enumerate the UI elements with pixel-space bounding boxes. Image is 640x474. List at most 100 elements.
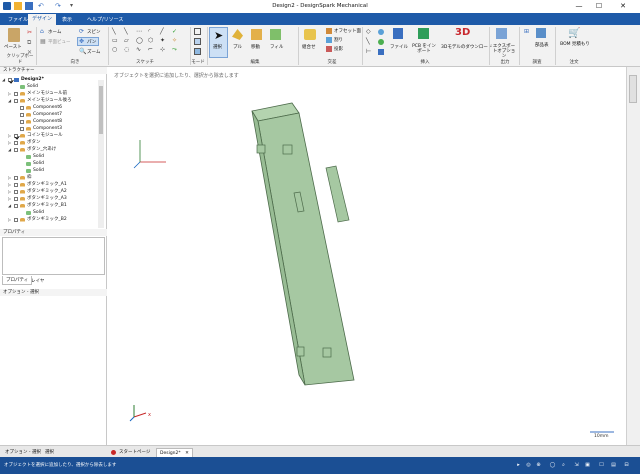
- parts-list-button[interactable]: 部品表: [535, 42, 549, 48]
- point-icon[interactable]: ✓: [172, 28, 177, 35]
- doc-tab-close-icon[interactable]: ✕: [185, 451, 189, 456]
- home-icon[interactable]: ⌂: [40, 28, 44, 35]
- visibility-checkbox[interactable]: [14, 190, 18, 194]
- tree-row[interactable]: ▷ ボタンギミック_A3: [0, 195, 98, 202]
- project-button[interactable]: 投影: [334, 46, 343, 52]
- combine-icon[interactable]: [304, 29, 316, 40]
- status-fit-icon[interactable]: ▣: [584, 462, 591, 469]
- shopping-cart-icon[interactable]: 🛒: [568, 28, 580, 39]
- 3d-mode-icon[interactable]: [194, 48, 201, 55]
- cut-icon[interactable]: ✂: [27, 29, 32, 36]
- project-tool-icon[interactable]: ⊹: [160, 46, 165, 53]
- status-settings-icon[interactable]: ▤: [610, 462, 617, 469]
- visibility-checkbox[interactable]: [20, 120, 24, 124]
- visibility-checkbox[interactable]: [14, 99, 18, 103]
- tree-row[interactable]: ▷ ボタン: [0, 139, 98, 146]
- visibility-checkbox[interactable]: [14, 218, 18, 222]
- visibility-checkbox[interactable]: [14, 183, 18, 187]
- expand-icon[interactable]: ▷: [8, 132, 11, 139]
- tree-row[interactable]: Solid: [0, 167, 98, 174]
- tree-row[interactable]: Solid: [0, 209, 98, 216]
- tree-row[interactable]: ◢ ボタン_穴あけ: [0, 146, 98, 153]
- insert-file-icon[interactable]: [393, 28, 403, 39]
- section-mode-icon[interactable]: [194, 38, 201, 45]
- project-icon[interactable]: [326, 46, 332, 52]
- visibility-checkbox[interactable]: [20, 113, 24, 117]
- construction-line-icon[interactable]: ⋯: [136, 28, 142, 35]
- collapse-icon[interactable]: ◢: [2, 76, 5, 83]
- tab-design[interactable]: デザイン: [28, 14, 57, 25]
- export-icon[interactable]: [496, 28, 507, 39]
- status-grid-icon[interactable]: ⊕: [535, 462, 542, 469]
- shell-button[interactable]: オフセット面: [334, 28, 361, 34]
- expand-icon[interactable]: ▷: [8, 139, 11, 146]
- model-tab-top-right[interactable]: [282, 144, 293, 155]
- spin-button[interactable]: スピン: [87, 29, 101, 35]
- three-point-circle-icon[interactable]: ◌: [124, 46, 129, 53]
- bottom-tab-options[interactable]: オプション - 選択: [2, 448, 44, 457]
- visibility-checkbox[interactable]: [20, 106, 24, 110]
- layers-tab[interactable]: レイヤ: [28, 277, 47, 285]
- fill-button[interactable]: フィル: [270, 44, 283, 50]
- tree-scrollbar-thumb[interactable]: [99, 86, 103, 134]
- measure-icon[interactable]: ⊞: [524, 28, 529, 35]
- spin-icon[interactable]: ⟳: [79, 28, 84, 35]
- bend-tool-icon[interactable]: ⤳: [172, 46, 177, 53]
- spline-tool-icon[interactable]: ∿: [136, 46, 141, 53]
- tree-row[interactable]: Solid: [0, 83, 98, 90]
- arc-tool-icon[interactable]: ◜: [148, 28, 150, 35]
- tree-row[interactable]: Component6: [0, 104, 98, 111]
- minimize-button[interactable]: —: [574, 2, 584, 10]
- maximize-button[interactable]: ☐: [594, 2, 604, 10]
- pcb-import-icon[interactable]: [418, 28, 429, 39]
- tree-row[interactable]: Solid: [0, 153, 98, 160]
- polygon-tool-icon[interactable]: ⬡: [148, 37, 153, 44]
- doc-tab-start-page[interactable]: スタートページ: [116, 448, 153, 457]
- visibility-checkbox[interactable]: [14, 148, 18, 152]
- ellipse-tool-icon[interactable]: ◯: [136, 37, 143, 44]
- zoom-button[interactable]: ズーム: [87, 49, 100, 55]
- model-tab-bottom-right[interactable]: [322, 347, 332, 358]
- tree-row[interactable]: ▷ ボタンギミック_B2: [0, 216, 98, 223]
- tree-row[interactable]: ▷ ボタンギミック_A1: [0, 181, 98, 188]
- model-tab-top-left[interactable]: [256, 144, 266, 154]
- paste-button[interactable]: ペースト: [4, 44, 22, 50]
- collapse-icon[interactable]: ◢: [8, 97, 11, 104]
- insert-axis-icon[interactable]: ╲: [366, 38, 370, 45]
- paste-icon[interactable]: [8, 28, 20, 42]
- expand-icon[interactable]: ▷: [8, 174, 11, 181]
- tree-row[interactable]: ◢ メインモジュール後ろ: [0, 97, 98, 104]
- visibility-checkbox[interactable]: [14, 176, 18, 180]
- status-display-icon[interactable]: ☐: [598, 462, 605, 469]
- zoom-icon[interactable]: 🔍: [79, 48, 86, 55]
- tree-row[interactable]: Solid: [0, 160, 98, 167]
- insert-shape-icon[interactable]: [378, 39, 384, 45]
- move-button[interactable]: 移動: [251, 44, 260, 50]
- model-front-face[interactable]: [257, 112, 355, 386]
- collapse-icon[interactable]: ◢: [8, 202, 11, 209]
- tree-row[interactable]: Component3: [0, 125, 98, 132]
- home-button[interactable]: ホーム: [48, 29, 61, 35]
- property-tab-right[interactable]: [629, 75, 637, 103]
- expand-icon[interactable]: ▷: [8, 181, 11, 188]
- corner-tool-icon[interactable]: ⌐: [148, 46, 153, 53]
- tree-row[interactable]: ▷ 枠: [0, 174, 98, 181]
- visibility-checkbox[interactable]: [8, 78, 12, 82]
- insert-image-icon[interactable]: [378, 49, 384, 55]
- expand-icon[interactable]: ▷: [8, 195, 11, 202]
- insert-file-button[interactable]: ファイル: [390, 44, 408, 50]
- doc-tab-design2[interactable]: Design2* ✕: [156, 448, 193, 457]
- insert-origin-icon[interactable]: ⊢: [366, 48, 371, 55]
- bom-quote-button[interactable]: BOM 見積もり: [560, 42, 590, 47]
- model-tab-bottom-left[interactable]: [296, 346, 305, 357]
- tab-help[interactable]: ヘルプ/リソース: [83, 15, 127, 24]
- visibility-checkbox[interactable]: [14, 141, 18, 145]
- visibility-checkbox[interactable]: [20, 127, 24, 131]
- three-point-rect-icon[interactable]: ▱: [124, 37, 129, 44]
- plan-view-icon[interactable]: ▦: [40, 38, 46, 45]
- visibility-checkbox[interactable]: [14, 204, 18, 208]
- combine-button[interactable]: 組合せ: [302, 44, 316, 50]
- offset-icon[interactable]: ✧: [172, 37, 177, 44]
- tree-row[interactable]: ▷ ボタンギミック_A2: [0, 188, 98, 195]
- bottom-tab-select[interactable]: 選択: [42, 448, 57, 457]
